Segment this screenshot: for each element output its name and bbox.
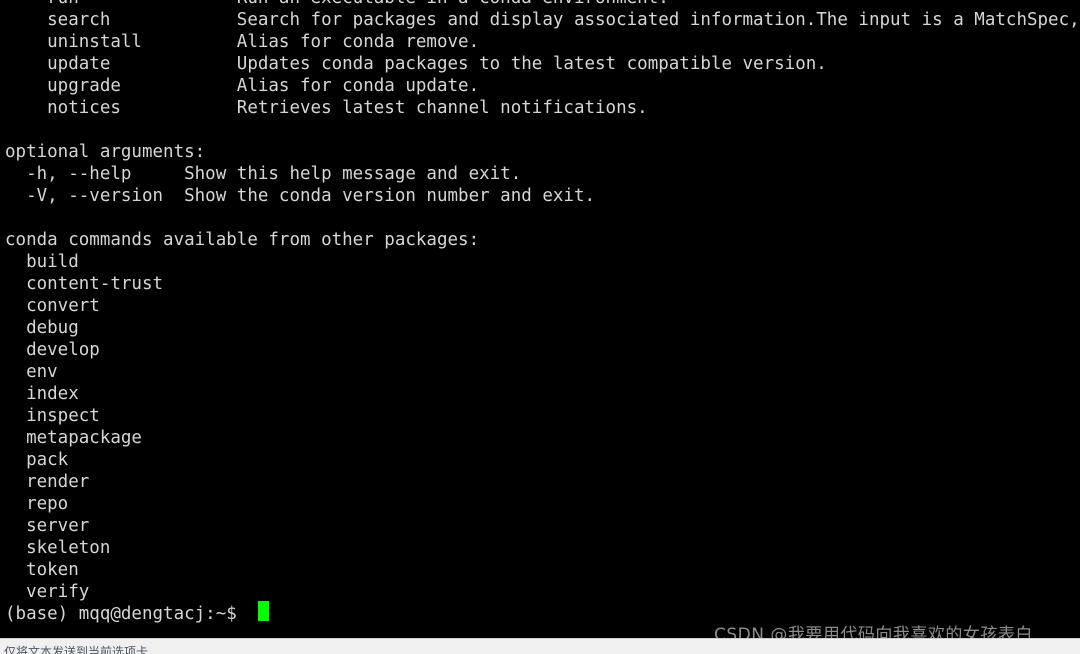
screenshot-root: run Run an executable in a conda environ… (0, 0, 1080, 654)
terminal-line-command: debug (5, 318, 79, 338)
terminal-line: search Search for packages and display a… (5, 10, 1080, 30)
terminal-line-command: repo (5, 494, 69, 514)
terminal-line-command: inspect (5, 406, 100, 426)
terminal-line-command: env (5, 362, 58, 382)
terminal-line-command: convert (5, 296, 100, 316)
terminal-window[interactable]: run Run an executable in a conda environ… (0, 0, 1080, 638)
terminal-line-command: pack (5, 450, 69, 470)
terminal-line-help-option: -h, --help Show this help message and ex… (5, 164, 522, 184)
terminal-line-command: skeleton (5, 538, 111, 558)
terminal-line: update Updates conda packages to the lat… (5, 54, 827, 74)
terminal-line-command: verify (5, 582, 90, 602)
terminal-line-command: index (5, 384, 79, 404)
terminal-line-optional-arguments-header: optional arguments: (5, 142, 206, 162)
terminal-line-command: server (5, 516, 90, 536)
terminal-line-command: metapackage (5, 428, 142, 448)
terminal-line-command: build (5, 252, 79, 272)
terminal-line: run Run an executable in a conda environ… (5, 0, 1080, 9)
terminal-line: uninstall Alias for conda remove. (5, 32, 480, 52)
terminal-line: upgrade Alias for conda update. (5, 76, 480, 96)
terminal-line-command: token (5, 560, 79, 580)
terminal-line-version-option: -V, --version Show the conda version num… (5, 186, 596, 206)
terminal-line-other-packages-header: conda commands available from other pack… (5, 230, 480, 250)
text-cursor (258, 601, 269, 621)
status-bar-text: 仅将文本发送到当前选项卡 (4, 645, 149, 654)
terminal-output: run Run an executable in a conda environ… (5, 0, 1080, 625)
terminal-line-command: content-trust (5, 274, 164, 294)
terminal-line-command: develop (5, 340, 100, 360)
terminal-line-command: render (5, 472, 90, 492)
terminal-line: notices Retrieves latest channel notific… (5, 98, 648, 118)
status-bar: 仅将文本发送到当前选项卡 (0, 638, 1080, 654)
